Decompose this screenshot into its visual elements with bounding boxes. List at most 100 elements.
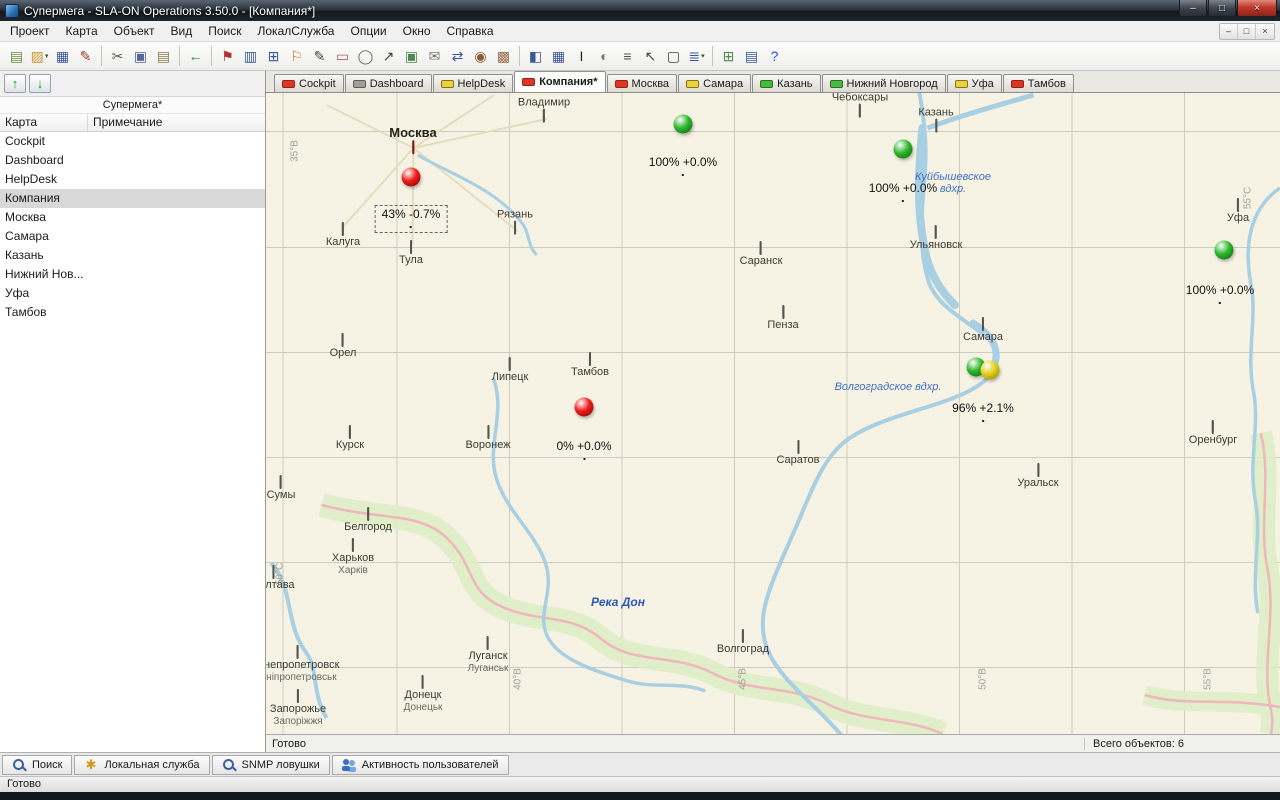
ellipse-button[interactable]: ◯ [354,45,377,68]
sidebar-row-Тамбов[interactable]: Тамбов [0,303,265,322]
mdi-close-button[interactable]: × [1256,24,1274,39]
status-chip-green-icon [830,80,843,88]
monitor-button[interactable]: ▢ [662,45,685,68]
grid-label: 35°В [290,140,301,162]
pointer-button[interactable]: ↖ [639,45,662,68]
panels-icon: ◧ [529,49,542,63]
tab-Нижний Новгород[interactable]: Нижний Новгород [822,74,946,92]
node-button[interactable]: ◉ [469,45,492,68]
move-down-button[interactable]: ↓ [29,74,51,93]
maximize-button[interactable]: □ [1208,0,1236,17]
tab-Уфа[interactable]: Уфа [947,74,1002,92]
layers-button[interactable]: ≡ [616,45,639,68]
pencil-button[interactable]: ✎ [308,45,331,68]
menu-item-Поиск[interactable]: Поиск [200,22,249,40]
sidebar-row-Самара[interactable]: Самара [0,227,265,246]
cut-button[interactable]: ✂ [106,45,129,68]
sidebar-row-Компания[interactable]: Компания [0,189,265,208]
column-header-primechanie[interactable]: Примечание [88,114,265,131]
bottom-tab-service[interactable]: Локальная служба [74,755,209,775]
save-button[interactable]: ▦ [51,45,74,68]
column-header-karta[interactable]: Карта [0,114,88,131]
grid-button[interactable]: ▦ [547,45,570,68]
sidebar-row-Dashboard[interactable]: Dashboard [0,151,265,170]
city-name: Оренбург [1189,434,1237,447]
text-style-button[interactable]: I [570,45,593,68]
menu-item-ЛокалСлужба[interactable]: ЛокалСлужба [250,22,343,40]
city-Полтава: Полтава [266,566,295,592]
arrow-tool-button[interactable]: ↗ [377,45,400,68]
dropdown-caret-icon[interactable]: ▾ [45,52,49,60]
transparency-button[interactable]: ◐ [593,45,616,68]
status-chip-gray-icon [353,80,366,88]
sidebar-row-Москва[interactable]: Москва [0,208,265,227]
copy-button[interactable]: ▣ [129,45,152,68]
map[interactable]: МоскваВладимирЧебоксарыКазаньРязаньКалуг… [266,92,1280,734]
new-window-button[interactable]: ⊞ [717,45,740,68]
tab-HelpDesk[interactable]: HelpDesk [433,74,514,92]
menu-item-Окно[interactable]: Окно [395,22,439,40]
zoom-region-button[interactable]: ⊞ [262,45,285,68]
paste-button[interactable]: ▤ [152,45,175,68]
open-map-button[interactable]: ▨▾ [28,45,51,68]
back-button[interactable]: ← [184,45,207,68]
eraser-button[interactable]: ▭ [331,45,354,68]
mail-button[interactable]: ✉ [423,45,446,68]
move-up-button[interactable]: ↑ [4,74,26,93]
mdi-restore-button[interactable]: □ [1238,24,1256,39]
grid-icon: ▦ [552,49,565,63]
menu-item-Объект[interactable]: Объект [106,22,163,40]
status-ball-red[interactable] [575,398,594,417]
menu-item-Проект[interactable]: Проект [2,22,58,40]
menu-item-Опции[interactable]: Опции [342,22,394,40]
search-icon [12,758,27,772]
new-map-button[interactable]: ▤ [5,45,28,68]
sidebar-row-HelpDesk[interactable]: HelpDesk [0,170,265,189]
status-ball-red[interactable] [402,168,421,187]
tab-Компания*[interactable]: Компания* [514,71,605,92]
sidebar-row-Cockpit[interactable]: Cockpit [0,132,265,151]
status-ball-green[interactable] [1215,241,1234,260]
status-ball-green[interactable] [894,140,913,159]
tab-Москва[interactable]: Москва [607,74,678,92]
close-button[interactable]: × [1237,0,1277,17]
bottom-tab-snmp[interactable]: SNMP ловушки [212,755,330,775]
menu-item-Карта[interactable]: Карта [58,22,106,40]
pushpin-button[interactable]: ⚑ [216,45,239,68]
status-ball-yellow[interactable] [981,361,1000,380]
report-button[interactable]: ▤ [740,45,763,68]
flag-button[interactable]: ⚐ [285,45,308,68]
menu-item-Справка[interactable]: Справка [439,22,502,40]
design-tool-button[interactable]: ✎ [74,45,97,68]
bottom-tab-search[interactable]: Поиск [2,755,72,775]
sidebar-row-Казань[interactable]: Казань [0,246,265,265]
mdi-minimize-button[interactable]: – [1220,24,1238,39]
help-button[interactable]: ? [763,45,786,68]
tab-Тамбов[interactable]: Тамбов [1003,74,1074,92]
tab-Казань[interactable]: Казань [752,74,820,92]
sidebar-row-Нижний Нов...[interactable]: Нижний Нов... [0,265,265,284]
minimize-button[interactable]: – [1179,0,1207,17]
link-button[interactable]: ⇄ [446,45,469,68]
tab-Dashboard[interactable]: Dashboard [345,74,432,92]
image-button[interactable]: ▣ [400,45,423,68]
city-dot [297,689,299,703]
city-dot [487,636,489,650]
menu-item-Вид[interactable]: Вид [163,22,201,40]
city-dot [410,240,412,254]
sidebar-toolbar: ↑ ↓ [0,71,265,97]
city-dot [412,140,414,154]
sidebar-row-Уфа[interactable]: Уфа [0,284,265,303]
tab-Самара[interactable]: Самара [678,74,751,92]
marker-label-moscow-status: 43% -0.7% [375,205,448,233]
city-name: Самара [963,331,1003,344]
diagram-button[interactable]: ▩ [492,45,515,68]
status-ball-green[interactable] [674,115,693,134]
dropdown-caret-icon[interactable]: ▾ [701,52,705,60]
tab-Cockpit[interactable]: Cockpit [274,74,344,92]
list-button[interactable]: ≣▾ [685,45,708,68]
chart-button[interactable]: ▥ [239,45,262,68]
back-icon: ← [189,49,203,63]
bottom-tab-users[interactable]: Активность пользователей [332,755,509,775]
panels-button[interactable]: ◧ [524,45,547,68]
